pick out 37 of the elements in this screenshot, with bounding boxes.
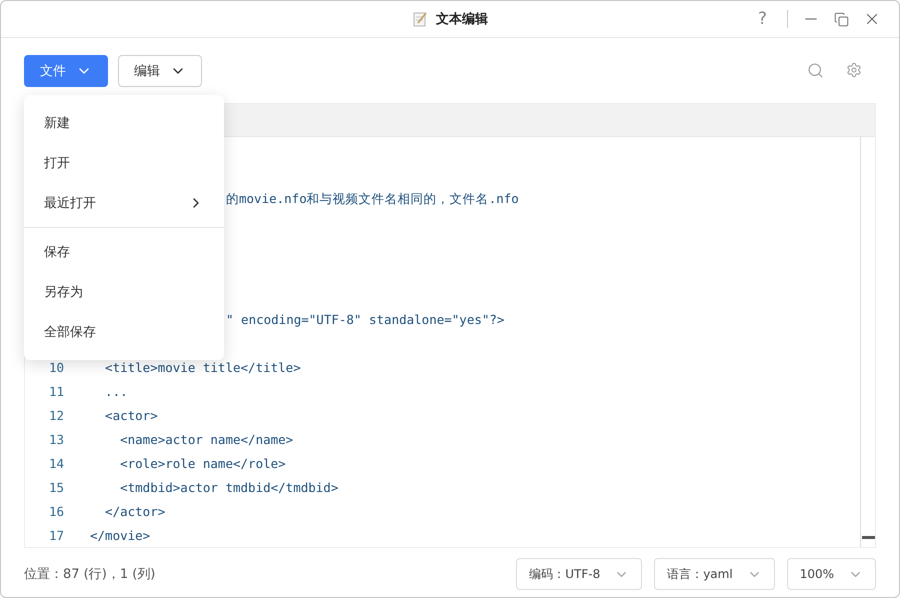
search-icon[interactable] (807, 62, 824, 79)
code-line: <tmdbid>actor tmdbid</tmdbid> (119, 480, 338, 494)
line-number: 11 (48, 384, 64, 398)
scrollbar[interactable] (860, 137, 875, 547)
code-line: ... (104, 384, 128, 398)
dropdown-select[interactable]: 语言：yaml (654, 558, 775, 590)
code-line: <title>movie title</title> (104, 360, 301, 374)
notepad-icon (412, 11, 428, 27)
line-number: 15 (48, 480, 64, 494)
menu-item[interactable]: 新建 (24, 103, 224, 143)
dropdown-select[interactable]: 编码：UTF-8 (516, 558, 642, 590)
line-number: 13 (48, 432, 64, 446)
menu-item[interactable]: 打开 (24, 143, 224, 183)
code-line: " encoding="UTF-8" standalone="yes"?> (226, 312, 504, 326)
code-line: </movie> (90, 528, 150, 542)
line-number: 12 (48, 408, 64, 422)
menu-item[interactable]: 另存为 (24, 272, 224, 312)
line-number: 14 (48, 456, 64, 470)
menu-item[interactable]: 保存 (24, 232, 224, 272)
line-number: 10 (48, 360, 64, 374)
menu-button[interactable]: 文件 (24, 54, 108, 86)
menu-item[interactable]: 最近打开 (24, 183, 224, 223)
code-line: 的movie.nfo和与视频文件名相同的，文件名.nfo (226, 190, 519, 208)
line-number: 16 (48, 504, 64, 518)
code-line: <actor> (104, 408, 158, 422)
code-line: </actor> (104, 504, 166, 518)
dropdown-select[interactable]: 100% (786, 558, 876, 590)
restore-icon[interactable] (834, 12, 849, 26)
cursor-position: 位置：87 (行)，1 (列) (24, 566, 156, 583)
settings-icon[interactable] (846, 62, 862, 79)
help-button[interactable]: ? (752, 9, 773, 29)
menu-button[interactable]: 编辑 (118, 54, 202, 86)
code-line: <name>actor name</name> (119, 432, 294, 446)
menu-item[interactable]: 全部保存 (24, 312, 224, 352)
line-number: 17 (48, 528, 64, 542)
code-line: <role>role name</role> (119, 456, 286, 470)
window-title: 文本编辑 (436, 10, 488, 28)
